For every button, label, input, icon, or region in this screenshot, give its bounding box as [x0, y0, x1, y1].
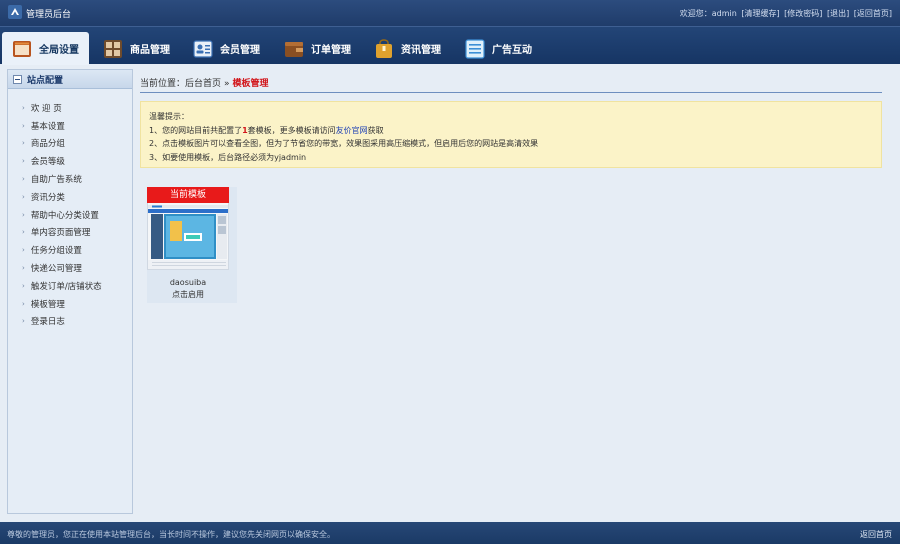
- footer-bar: 尊敬的管理员，您正在使用本站管理后台，当长时间不操作，建议您先关闭网页以确保安全…: [0, 522, 900, 544]
- sidebar-item-label: 快递公司管理: [30, 264, 82, 275]
- sidebar-menu: › 欢 迎 页 › 基本设置 › 商品分组 › 会员等级 › 自助广告系统 › 资讯分类 ›…: [8, 89, 132, 330]
- bag-icon: [376, 38, 392, 58]
- nav-tab-orders[interactable]: 订单管理: [284, 32, 351, 65]
- sidebar-item-label: 登录日志: [30, 317, 65, 328]
- nav-tab-news[interactable]: 资讯管理: [374, 32, 441, 65]
- chevron-right-icon: ›: [22, 139, 25, 148]
- settings-icon: [13, 40, 31, 57]
- chevron-right-icon: ›: [22, 264, 25, 273]
- sidebar-item-label: 模板管理: [30, 299, 65, 310]
- template-name: daosuiba: [169, 278, 207, 287]
- sidebar-item-label: 自助广告系统: [30, 175, 82, 186]
- sidebar-item-welcome[interactable]: › 欢 迎 页: [8, 99, 132, 117]
- breadcrumb-home-link[interactable]: 后台首页: [185, 79, 221, 89]
- top-bar: 管理员后台 欢迎您：admin [清理缓存] [修改密码] [退出] [返回首页…: [0, 0, 900, 26]
- welcome-text: 欢迎您：admin: [679, 9, 737, 18]
- tip-line-2: 2、点击模板图片可以查看全图，但为了节省您的带宽，效果图采用高压缩模式，但启用后…: [149, 139, 539, 148]
- chevron-right-icon: ›: [22, 246, 25, 255]
- sidebar-item-label: 基本设置: [30, 121, 65, 132]
- list-icon: [465, 38, 485, 59]
- member-card-icon: [193, 39, 213, 58]
- app-title: 管理员后台: [26, 10, 72, 20]
- nav-tab-label: 全局设置: [39, 45, 79, 56]
- sidebar-item-order-status[interactable]: › 触发订单/店铺状态: [8, 277, 132, 295]
- tip-line-3: 3、如要使用模板，后台路径必须为yjadmin: [149, 152, 307, 162]
- nav-tab-ads[interactable]: 广告互动: [465, 32, 532, 65]
- breadcrumb-prefix: 当前位置：: [140, 79, 186, 89]
- sidebar-item-label: 商品分组: [30, 139, 65, 150]
- user-links: 欢迎您：admin [清理缓存] [修改密码] [退出] [返回首页]: [678, 8, 892, 19]
- chevron-right-icon: ›: [22, 210, 25, 219]
- sidebar-item-label: 触发订单/店铺状态: [30, 281, 102, 292]
- sidebar-item-label: 任务分组设置: [30, 246, 82, 257]
- chevron-right-icon: ›: [22, 192, 25, 201]
- admin-logo-icon: [8, 5, 22, 19]
- breadcrumb-divider: [140, 92, 882, 93]
- chevron-right-icon: ›: [22, 317, 25, 326]
- sidebar-item-label: 欢 迎 页: [30, 103, 62, 114]
- chevron-right-icon: ›: [22, 228, 25, 237]
- chevron-right-icon: ›: [22, 175, 25, 184]
- sidebar-item-news-categories[interactable]: › 资讯分类: [8, 188, 132, 206]
- sidebar-item-single-pages[interactable]: › 单内容页面管理: [8, 224, 132, 242]
- sidebar-item-task-groups[interactable]: › 任务分组设置: [8, 241, 132, 259]
- sidebar-section-header[interactable]: 站点配置: [8, 70, 132, 89]
- tip-text: 1、您的网站目前共配置了: [149, 125, 243, 135]
- main-nav: 全局设置 商品管理 会员管理 订单管理 资讯管理 广告互动: [0, 26, 900, 65]
- template-card: 当前模板 daosuiba 点击启用: [147, 187, 237, 303]
- sidebar-item-login-log[interactable]: › 登录日志: [8, 313, 132, 331]
- chevron-right-icon: ›: [22, 103, 25, 112]
- nav-tab-label: 广告互动: [492, 45, 532, 56]
- nav-tab-label: 资讯管理: [401, 45, 441, 56]
- back-home-link[interactable]: [返回首页]: [854, 9, 892, 18]
- sidebar-item-product-groups[interactable]: › 商品分组: [8, 135, 132, 153]
- breadcrumb-current: 模板管理: [232, 79, 269, 89]
- nav-tab-products[interactable]: 商品管理: [103, 32, 170, 65]
- sidebar-section-title: 站点配置: [27, 75, 64, 86]
- sidebar-item-label: 单内容页面管理: [30, 228, 91, 239]
- chevron-right-icon: ›: [22, 157, 25, 166]
- chevron-right-icon: ›: [22, 299, 25, 308]
- official-site-link[interactable]: 友价官网: [336, 126, 368, 135]
- sidebar-item-courier-companies[interactable]: › 快递公司管理: [8, 259, 132, 277]
- clear-cache-link[interactable]: [清理缓存]: [741, 9, 779, 18]
- grid-icon: [104, 39, 122, 58]
- current-template-badge: 当前模板: [147, 187, 229, 203]
- sidebar-item-label: 会员等级: [30, 157, 65, 168]
- sidebar-item-member-levels[interactable]: › 会员等级: [8, 152, 132, 170]
- collapse-icon[interactable]: [13, 74, 22, 84]
- enable-template-link[interactable]: 点击启用: [147, 289, 229, 300]
- tip-line-1: 1、您的网站目前共配置了1套模板，更多模板请访问友价官网获取: [149, 124, 873, 138]
- nav-tab-members[interactable]: 会员管理: [193, 32, 260, 65]
- sidebar-item-basic-settings[interactable]: › 基本设置: [8, 117, 132, 135]
- footer-message: 尊敬的管理员，您正在使用本站管理后台，当长时间不操作，建议您先关闭网页以确保安全…: [7, 530, 335, 539]
- tip-text: 获取: [367, 125, 384, 135]
- tips-title: 温馨提示：: [149, 112, 189, 121]
- nav-tab-label: 会员管理: [220, 45, 260, 56]
- sidebar: 站点配置 › 欢 迎 页 › 基本设置 › 商品分组 › 会员等级 › 自助广告系统 › 资…: [7, 69, 133, 514]
- sidebar-item-ad-system[interactable]: › 自助广告系统: [8, 170, 132, 188]
- change-password-link[interactable]: [修改密码]: [784, 9, 822, 18]
- tip-text: 套模板，更多模板请访问: [247, 125, 336, 135]
- chevron-right-icon: ›: [22, 281, 25, 290]
- wallet-icon: [285, 41, 303, 57]
- nav-tab-global-settings[interactable]: 全局设置: [2, 32, 89, 65]
- tips-box: 温馨提示： 1、您的网站目前共配置了1套模板，更多模板请访问友价官网获取 2、点…: [140, 101, 882, 168]
- nav-tab-label: 订单管理: [311, 45, 351, 56]
- sidebar-item-templates[interactable]: › 模板管理: [8, 295, 132, 313]
- nav-tab-label: 商品管理: [130, 45, 170, 56]
- template-preview-image: [148, 203, 228, 269]
- breadcrumb-separator: »: [224, 79, 230, 89]
- sidebar-item-help-categories[interactable]: › 帮助中心分类设置: [8, 206, 132, 224]
- sidebar-item-label: 资讯分类: [30, 192, 65, 203]
- footer-back-home-link[interactable]: 返回首页: [860, 529, 892, 540]
- logout-link[interactable]: [退出]: [827, 9, 849, 18]
- template-thumbnail[interactable]: [147, 203, 229, 270]
- chevron-right-icon: ›: [22, 121, 25, 130]
- breadcrumb: 当前位置：后台首页» 模板管理: [140, 76, 269, 89]
- sidebar-item-label: 帮助中心分类设置: [30, 210, 99, 221]
